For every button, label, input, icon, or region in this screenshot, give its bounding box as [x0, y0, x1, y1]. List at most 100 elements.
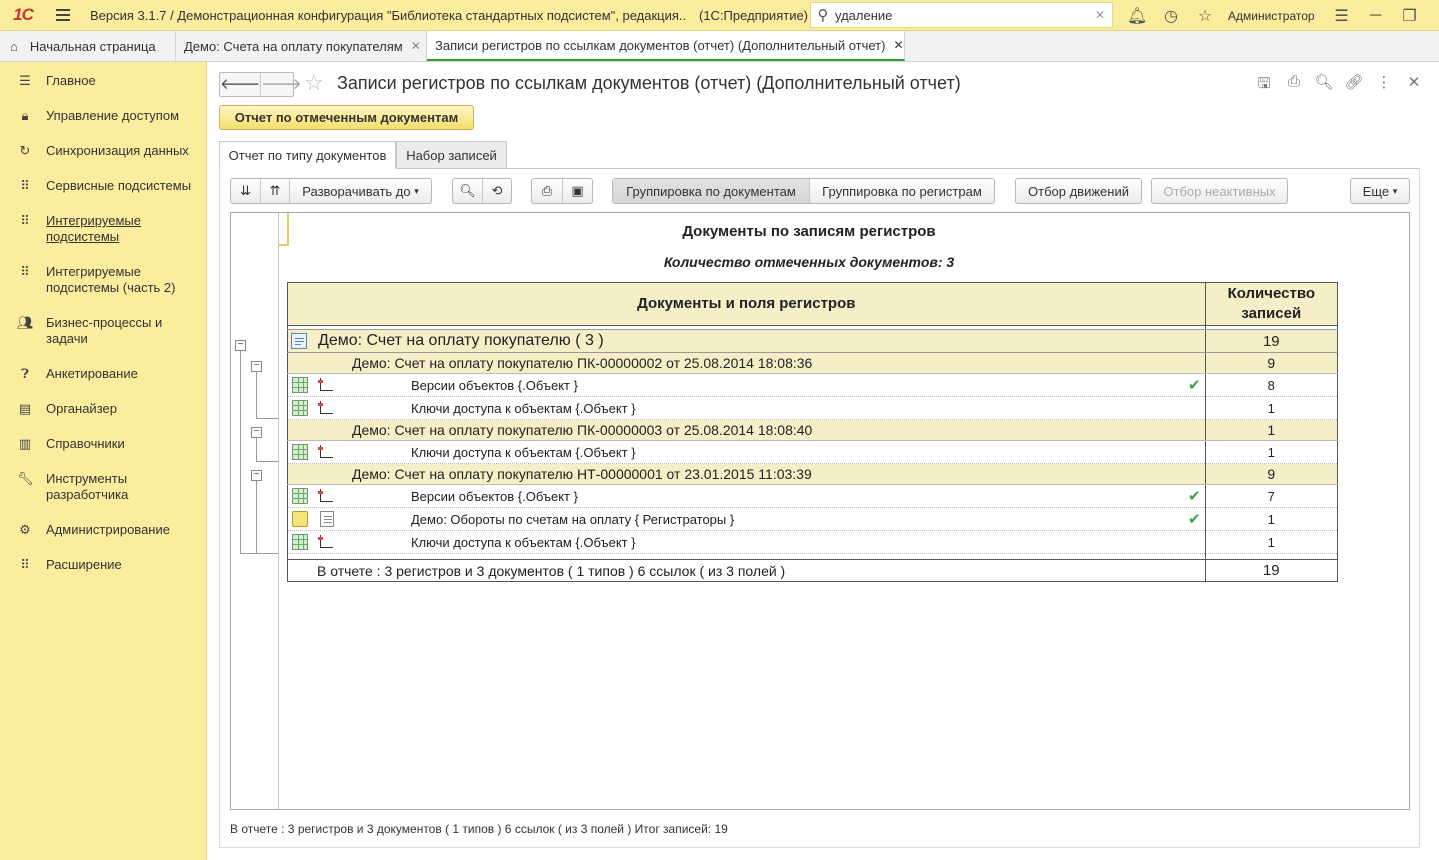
register-row[interactable]: Версии объектов {.Объект } ✔ 8: [287, 373, 1339, 397]
group-count: 19: [1204, 329, 1339, 353]
print-preview-icon[interactable]: ▣: [561, 179, 592, 203]
logo-1c[interactable]: 1С: [0, 0, 46, 31]
register-row[interactable]: Версии объектов {.Объект } ✔ 7: [287, 484, 1339, 508]
group-by-registers-button[interactable]: Группировка по регистрам: [808, 179, 994, 203]
sidebar-item-organizer[interactable]: ▤ Органайзер: [0, 395, 206, 430]
more-vertical-icon[interactable]: ⋮: [1369, 73, 1399, 98]
back-arrow-icon[interactable]: 🡐: [220, 73, 260, 96]
tab-report[interactable]: Записи регистров по ссылкам документов (…: [427, 31, 905, 61]
main-menu-icon[interactable]: [46, 0, 80, 31]
search-value[interactable]: удаление: [835, 8, 1088, 23]
close-window-icon[interactable]: ✕: [1427, 6, 1439, 26]
document-link[interactable]: Демо: Счет на оплату покупателю ПК-00000…: [352, 422, 812, 438]
find-next-icon[interactable]: ⟲: [481, 179, 511, 203]
home-icon: ⌂: [10, 38, 18, 54]
more-menu-button[interactable]: Еще ▾: [1350, 178, 1410, 204]
tree-line: [240, 553, 278, 554]
register-row[interactable]: Демо: Обороты по счетам на оплату { Реги…: [287, 507, 1339, 531]
accumulation-register-icon: [292, 511, 308, 527]
document-row[interactable]: Демо: Счет на оплату покупателю НТ-00000…: [287, 463, 1339, 485]
register-label[interactable]: Ключи доступа к объектам {.Объект }: [411, 401, 636, 416]
sidebar-item-service[interactable]: ⠿ Сервисные подсистемы: [0, 172, 206, 207]
sidebar-item-dev-tools[interactable]: 🔧︎ Инструменты разработчика: [0, 465, 206, 516]
settings-menu-icon[interactable]: ☰: [1325, 6, 1359, 26]
open-windows-bar: ⌂ Начальная страница Демо: Счета на опла…: [0, 31, 1439, 62]
filter-inactive-button[interactable]: Отбор неактивных: [1151, 178, 1288, 204]
sidebar-item-survey[interactable]: ❓︎ Анкетирование: [0, 360, 206, 395]
forward-arrow-icon[interactable]: 🡒: [260, 73, 301, 96]
collapse-all-icon[interactable]: ⇈: [260, 179, 289, 203]
sidebar-item-integrated[interactable]: ⠿ Интегрируемые подсистемы: [0, 207, 206, 258]
collapse-group-icon[interactable]: −: [251, 427, 262, 438]
sidebar-item-administration[interactable]: ⚙ Администрирование: [0, 516, 206, 551]
close-tab-icon[interactable]: ✕: [893, 38, 903, 52]
global-search-input[interactable]: ⚲ удаление ✕: [810, 2, 1113, 28]
register-row[interactable]: Ключи доступа к объектам {.Объект } 1: [287, 396, 1339, 420]
print-icon[interactable]: ⎙: [1279, 73, 1309, 98]
history-icon[interactable]: ◷: [1154, 6, 1188, 26]
tab-report-by-doc-type[interactable]: Отчет по типу документов: [219, 141, 396, 169]
current-user[interactable]: Администратор: [1228, 9, 1315, 23]
register-label[interactable]: Ключи доступа к объектам {.Объект }: [411, 535, 636, 550]
sidebar-item-sync[interactable]: ↻ Синхронизация данных: [0, 137, 206, 172]
group-row[interactable]: Демо: Счет на оплату покупателю ( 3 ) 19: [287, 329, 1339, 353]
tab-invoices-list[interactable]: Демо: Счета на оплату покупателям ✕: [176, 31, 427, 61]
collapse-group-icon[interactable]: −: [251, 361, 262, 372]
expand-all-icon[interactable]: ⇊: [231, 179, 260, 203]
sidebar-item-integrated-2[interactable]: ⠿ Интегрируемые подсистемы (часть 2): [0, 258, 206, 309]
collapse-group-icon[interactable]: −: [235, 340, 246, 351]
sidebar-item-business-processes[interactable]: 👥︎ Бизнес-процессы и задачи: [0, 309, 206, 360]
minimize-icon[interactable]: ─: [1359, 7, 1393, 25]
grouping-gutter: − − − −: [231, 213, 289, 809]
collapse-group-icon[interactable]: −: [251, 470, 262, 481]
close-form-icon[interactable]: ✕: [1399, 73, 1429, 98]
register-label[interactable]: Версии объектов {.Объект }: [411, 378, 578, 393]
sidebar-item-access[interactable]: 🔒︎ Управление доступом: [0, 102, 206, 137]
dimensions-icon: [318, 534, 334, 550]
expand-to-dropdown[interactable]: Разворачивать до ▾: [289, 179, 431, 203]
group-by-docs-button[interactable]: Группировка по документам: [613, 179, 809, 203]
tab-record-set[interactable]: Набор записей: [396, 141, 507, 169]
sidebar-item-catalogs[interactable]: ▥ Справочники: [0, 430, 206, 465]
register-row[interactable]: Ключи доступа к объектам {.Объект } 1: [287, 440, 1339, 464]
tab-label: Демо: Счета на оплату покупателям: [184, 38, 403, 54]
document-row[interactable]: Демо: Счет на оплату покупателю ПК-00000…: [287, 419, 1339, 441]
checkmark-icon: ✔: [1188, 511, 1201, 528]
notifications-icon[interactable]: 🔔︎: [1120, 6, 1154, 26]
close-tab-icon[interactable]: ✕: [411, 39, 421, 53]
total-count: 19: [1204, 559, 1339, 582]
save-icon[interactable]: 🖫: [1249, 73, 1279, 98]
filter-movements-button[interactable]: Отбор движений: [1015, 178, 1142, 204]
register-label[interactable]: Версии объектов {.Объект }: [411, 489, 578, 504]
register-label[interactable]: Демо: Обороты по счетам на оплату { Реги…: [411, 512, 734, 527]
top-toolbar: 🔔︎ ◷ ☆ Администратор ☰ ─ ❐ ✕: [1120, 0, 1439, 31]
register-row[interactable]: Ключи доступа к объектам {.Объект } 1: [287, 530, 1339, 554]
favorites-icon[interactable]: ☆: [1188, 6, 1222, 26]
print-report-icon[interactable]: ⎙: [532, 179, 562, 203]
group-label[interactable]: Демо: Счет на оплату покупателю ( 3 ): [318, 332, 604, 350]
expand-toolbar: ⇊ ⇈ Разворачивать до ▾: [230, 178, 432, 204]
register-count: 1: [1204, 507, 1339, 531]
tab-home[interactable]: ⌂ Начальная страница: [0, 31, 176, 61]
report-spreadsheet[interactable]: − − − − Документы по записям регистров К…: [230, 212, 1410, 810]
sidebar-item-main[interactable]: ☰ Главное: [0, 67, 206, 102]
notebook-icon: ▤: [18, 401, 32, 416]
register-count: 1: [1204, 440, 1339, 464]
report-by-marked-docs-button[interactable]: Отчет по отмеченным документам: [219, 105, 474, 130]
clear-search-icon[interactable]: ✕: [1088, 8, 1112, 22]
tree-line: [256, 418, 278, 419]
register-label[interactable]: Ключи доступа к объектам {.Объект }: [411, 445, 636, 460]
document-row[interactable]: Демо: Счет на оплату покупателю ПК-00000…: [287, 352, 1339, 374]
restore-icon[interactable]: ❐: [1393, 6, 1427, 26]
preview-icon[interactable]: 🔍︎: [1309, 73, 1339, 98]
link-icon[interactable]: 🔗︎: [1339, 73, 1369, 98]
find-icon[interactable]: 🔍︎: [453, 179, 482, 203]
document-link[interactable]: Демо: Счет на оплату покупателю ПК-00000…: [352, 355, 812, 371]
document-link[interactable]: Демо: Счет на оплату покупателю НТ-00000…: [352, 466, 812, 482]
report-table: Документы и поля регистров Количество за…: [287, 282, 1339, 582]
info-register-icon: [292, 534, 308, 550]
favorite-star-icon[interactable]: ☆: [304, 70, 324, 96]
sidebar-item-extension[interactable]: ⠿ Расширение: [0, 551, 206, 586]
lock-icon: 🔒︎: [21, 108, 29, 123]
question-icon: ❓︎: [21, 366, 29, 381]
